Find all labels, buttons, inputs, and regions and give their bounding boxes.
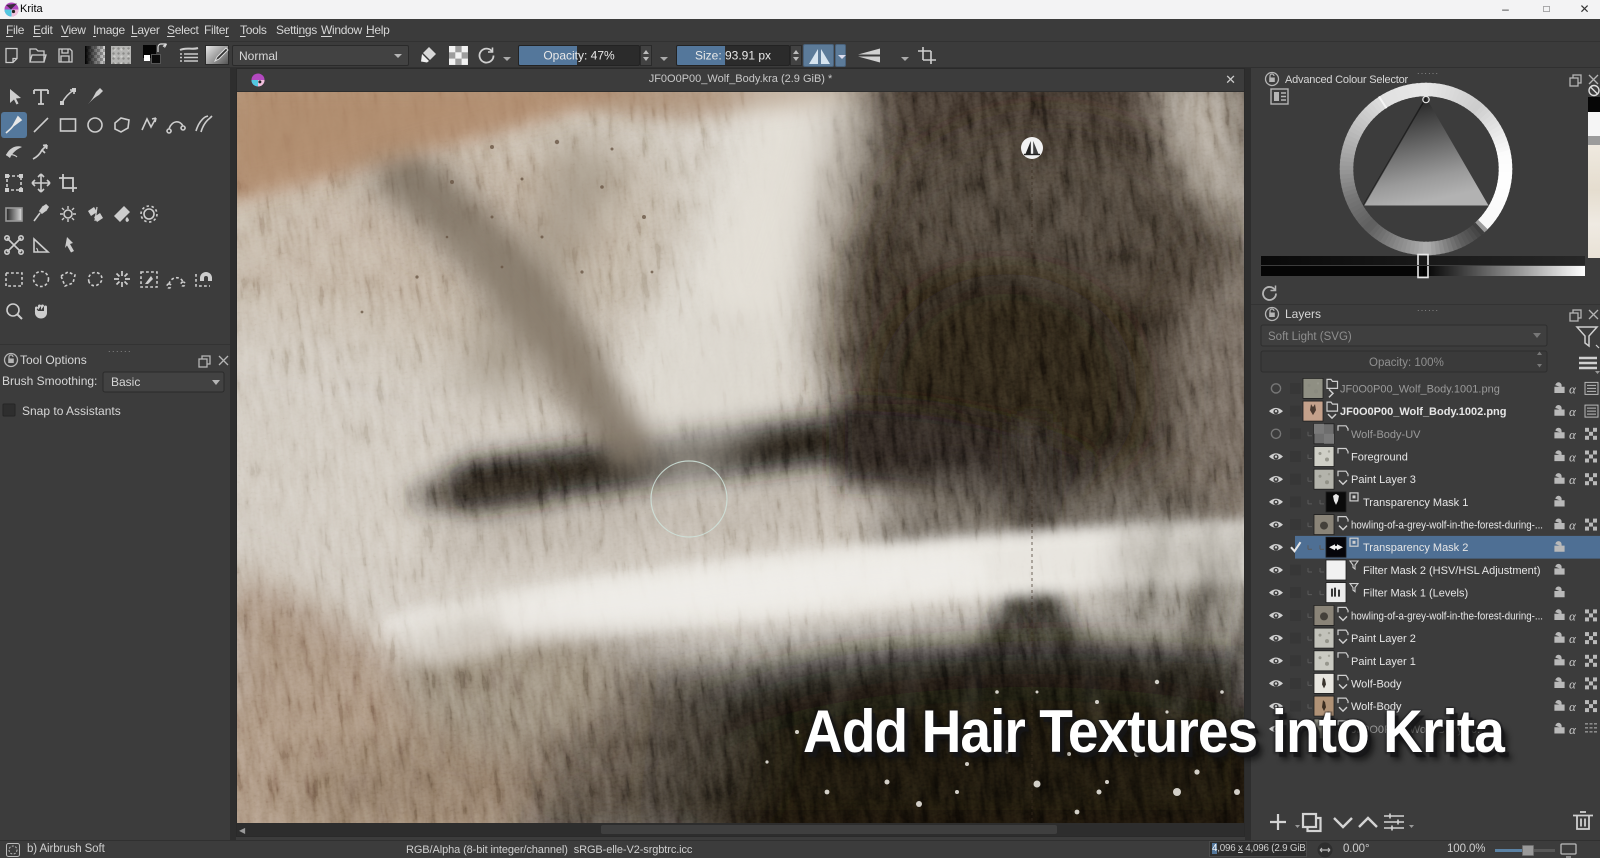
svg-text:Basic: Basic: [111, 375, 140, 389]
svg-text:Layers: Layers: [1285, 307, 1321, 321]
svg-text:Snap to Assistants: Snap to Assistants: [22, 404, 121, 418]
svg-text:α: α: [1569, 654, 1577, 669]
svg-text:α: α: [1569, 676, 1577, 691]
svg-text:α: α: [1569, 699, 1577, 714]
svg-text:α: α: [1569, 427, 1577, 442]
svg-text:JF0O0P00_Wolf_Body.1002.png: JF0O0P00_Wolf_Body.1002.png: [1340, 406, 1506, 418]
svg-text:α: α: [1569, 722, 1577, 737]
svg-text:Transparency Mask 2: Transparency Mask 2: [1363, 542, 1468, 554]
svg-text:α: α: [1569, 631, 1577, 646]
svg-text:α: α: [1569, 608, 1577, 623]
svg-text:......: ......: [1417, 68, 1439, 76]
svg-text:α: α: [1569, 381, 1577, 396]
svg-text:Filter Mask 1 (Levels): Filter Mask 1 (Levels): [1363, 588, 1468, 600]
svg-text:α: α: [1569, 404, 1577, 419]
svg-text:Wolf-Body-UV: Wolf-Body-UV: [1351, 429, 1421, 441]
svg-text:Wolf-Body: Wolf-Body: [1351, 678, 1402, 690]
svg-text:......: ......: [1417, 303, 1439, 313]
svg-text:howling-of-a-grey-wolf-in-the-: howling-of-a-grey-wolf-in-the-forest-dur…: [1351, 520, 1543, 532]
svg-text:......: ......: [108, 344, 132, 354]
svg-text:howling-of-a-grey-wolf-in-the-: howling-of-a-grey-wolf-in-the-forest-dur…: [1351, 610, 1543, 622]
svg-text:Paint Layer 3: Paint Layer 3: [1351, 474, 1416, 486]
svg-text:Foreground: Foreground: [1351, 452, 1408, 464]
svg-text:Brush Smoothing:: Brush Smoothing:: [2, 374, 97, 388]
svg-text:Advanced Colour Selector: Advanced Colour Selector: [1285, 74, 1409, 86]
svg-text:JF0O0P00_Wolf_Body.1001.png: JF0O0P00_Wolf_Body.1001.png: [1340, 383, 1500, 395]
svg-text:α: α: [1569, 450, 1577, 465]
svg-text:Soft Light (SVG): Soft Light (SVG): [1268, 331, 1352, 343]
svg-text:Paint Layer 1: Paint Layer 1: [1351, 656, 1416, 668]
svg-text:Paint Layer 2: Paint Layer 2: [1351, 633, 1416, 645]
svg-text:Filter Mask 2 (HSV/HSL Adjustm: Filter Mask 2 (HSV/HSL Adjustment): [1363, 565, 1540, 577]
svg-text:α: α: [1569, 472, 1577, 487]
svg-text:Opacity: 100%: Opacity: 100%: [1369, 357, 1444, 369]
svg-text:α: α: [1569, 518, 1577, 533]
svg-text:Transparency Mask 1: Transparency Mask 1: [1363, 497, 1468, 509]
svg-text:Tool Options: Tool Options: [20, 353, 87, 367]
